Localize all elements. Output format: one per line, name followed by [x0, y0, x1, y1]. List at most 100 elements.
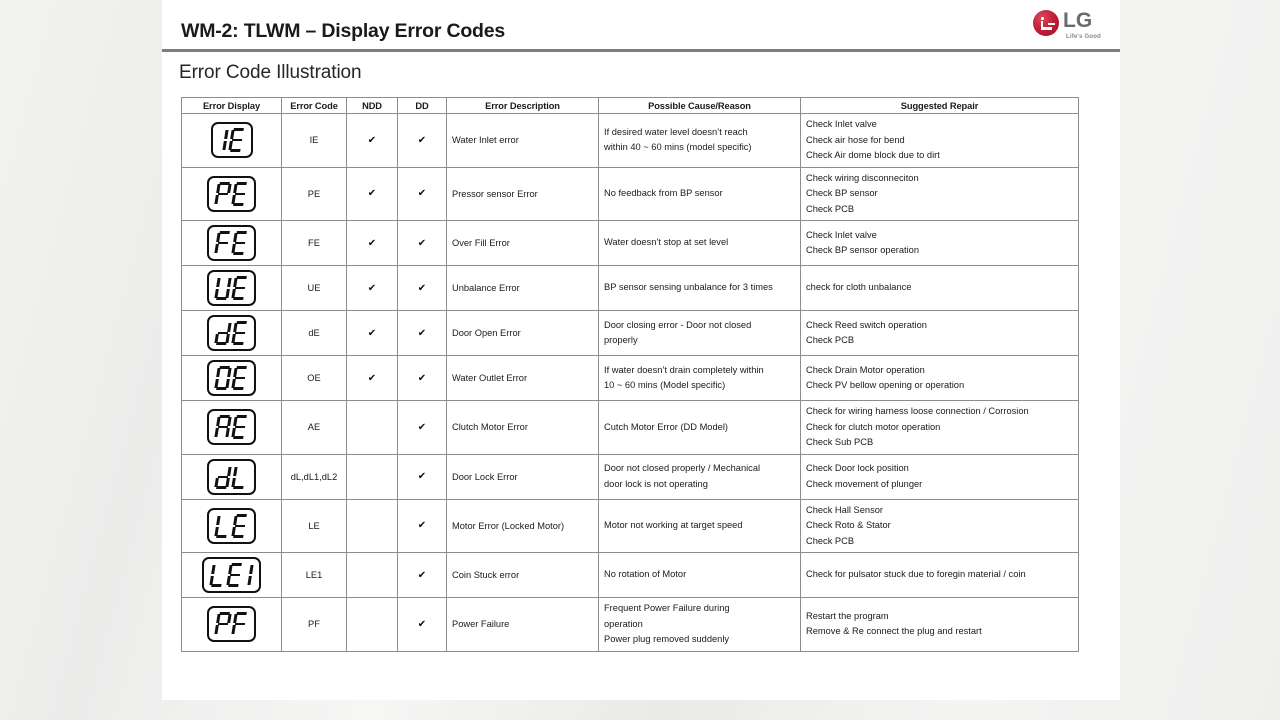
cell-ndd — [346, 498, 398, 553]
possible-cause-line: Door closing error - Door not closed — [604, 319, 752, 330]
seven-segment-digit-group — [214, 465, 247, 489]
cell-error-description: Motor Error (Locked Motor) — [446, 498, 599, 553]
cell-ndd — [346, 400, 398, 455]
segment-e — [231, 378, 236, 388]
segment-c — [247, 575, 252, 585]
cell-possible-cause: Water doesn’t stop at set level — [598, 220, 801, 266]
table-row: LE1 ✔ Coin Stuck error No rotation of Motor… — [181, 552, 1079, 598]
suggested-repair-line: Check for clutch motor operation — [806, 421, 941, 432]
checkmark-icon: ✔ — [367, 188, 377, 200]
cell-dd: ✔ — [397, 310, 447, 356]
possible-cause: Door closing error - Door not closed prop… — [604, 318, 796, 349]
possible-cause-line: No feedback from BP sensor — [604, 188, 723, 198]
segment-g — [231, 138, 242, 142]
checkmark-icon: ✔ — [417, 282, 427, 294]
segment-f — [233, 466, 238, 476]
suggested-repair: Check Drain Motor operation Check PV bell… — [806, 363, 1074, 394]
segment-g — [217, 622, 229, 626]
lg-wordmark: LG — [1063, 9, 1093, 32]
table-header: Error Display Error Code NDD DD Error De… — [181, 97, 1079, 114]
checkmark-icon: ✔ — [417, 520, 427, 532]
segment-d — [216, 485, 227, 489]
seven-segment-display — [202, 557, 261, 593]
segment-d — [216, 387, 227, 390]
cell-error-code: LE — [281, 498, 347, 553]
segment-g — [234, 376, 246, 380]
possible-cause-line: Door not closed properly / Mechanical — [604, 463, 761, 473]
cell-possible-cause: If desired water level doesn’t reach with… — [598, 113, 801, 168]
segment-e — [214, 243, 219, 253]
table-header-row: Error Display Error Code NDD DD Error De… — [181, 97, 1079, 114]
segment-g — [234, 425, 246, 429]
segment-f — [216, 368, 221, 377]
table-row: PE ✔ ✔ Pressor sensor Error No feedback from… — [181, 166, 1079, 221]
column-header-error-display: Error Display — [181, 97, 282, 114]
seven-segment-digit — [214, 231, 232, 255]
table-row: FE ✔ ✔ Over Fill Error Water doesn’t stop at… — [181, 220, 1079, 266]
segment-d — [233, 252, 244, 255]
cell-possible-cause: Motor not working at target speed — [598, 498, 801, 553]
seven-segment-digit — [214, 465, 232, 489]
cell-error-display — [181, 400, 282, 455]
seven-segment-display — [207, 175, 256, 212]
possible-cause-line: If desired water level doesn’t reach — [604, 126, 748, 137]
segment-f — [216, 515, 221, 525]
cell-error-code: dE — [281, 310, 347, 356]
suggested-repair: check for cloth unbalance — [806, 280, 1074, 296]
suggested-repair-line: Remove & Re connect the plug and restart — [806, 626, 982, 637]
cell-dd: ✔ — [397, 498, 447, 553]
segment-e — [214, 194, 219, 204]
table-row: dL,dL1,dL2 ✔ Door Lock Error Door not close… — [181, 453, 1079, 500]
segment-a — [236, 415, 247, 418]
seven-segment-digit — [231, 181, 249, 206]
segment-b — [224, 130, 229, 140]
section-heading: Error Code Illustration — [179, 62, 362, 83]
seven-segment-digit — [214, 181, 232, 206]
cell-error-display — [181, 166, 282, 221]
segment-g — [217, 475, 229, 478]
seven-segment-digit-group — [218, 128, 244, 153]
table-row: AE ✔ Clutch Motor Error Cutch Motor Error (… — [181, 400, 1079, 455]
seven-segment-display — [207, 315, 256, 351]
seven-segment-digit — [214, 415, 232, 439]
column-header-ndd: NDD — [346, 97, 398, 114]
possible-cause-line: Motor not working at target speed — [604, 520, 743, 530]
suggested-repair: Restart the program Remove & Re connect t… — [806, 609, 1074, 640]
checkmark-icon: ✔ — [367, 282, 377, 294]
table-row: LE ✔ Motor Error (Locked Motor) Motor not w… — [181, 498, 1079, 553]
checkmark-icon: ✔ — [417, 372, 427, 384]
cell-suggested-repair: Check wiring disconneciton Check BP senso… — [800, 166, 1079, 221]
segment-e — [231, 477, 236, 487]
cell-ndd — [346, 453, 398, 500]
cell-dd: ✔ — [397, 265, 447, 311]
cell-error-display — [181, 453, 282, 500]
checkmark-icon: ✔ — [417, 237, 427, 249]
segment-b — [227, 323, 232, 332]
segment-d — [233, 342, 244, 345]
suggested-repair-line: Check BP sensor operation — [806, 245, 920, 255]
suggested-repair-line: Check air hose for bend — [806, 134, 905, 145]
segment-a — [236, 513, 247, 517]
segment-a — [232, 128, 244, 131]
cell-ndd: ✔ — [346, 355, 398, 401]
suggested-repair-line: check for cloth unbalance — [806, 282, 912, 293]
seven-segment-digit-group — [214, 276, 247, 300]
segment-d — [216, 342, 227, 345]
cell-error-code: IE — [281, 113, 347, 168]
possible-cause: Water doesn’t stop at set level — [604, 235, 796, 251]
column-header-error-code: Error Code — [281, 97, 347, 114]
seven-segment-digit-group — [214, 181, 249, 206]
segment-f — [216, 233, 221, 242]
cell-ndd: ✔ — [346, 310, 398, 356]
segment-d — [228, 584, 239, 587]
suggested-repair: Check Inlet valve Check air hose for bend… — [806, 117, 1074, 164]
segment-f — [216, 278, 221, 287]
cell-error-description: Over Fill Error — [446, 220, 599, 266]
segment-a — [236, 276, 247, 279]
cell-suggested-repair: Check Inlet valve Check air hose for bend… — [800, 113, 1079, 168]
seven-segment-digit — [218, 128, 229, 152]
suggested-repair-line: Check Reed switch operation — [806, 319, 927, 330]
seven-segment-digit — [231, 231, 249, 255]
checkmark-icon: ✔ — [367, 372, 377, 384]
cell-error-code: UE — [281, 265, 347, 311]
